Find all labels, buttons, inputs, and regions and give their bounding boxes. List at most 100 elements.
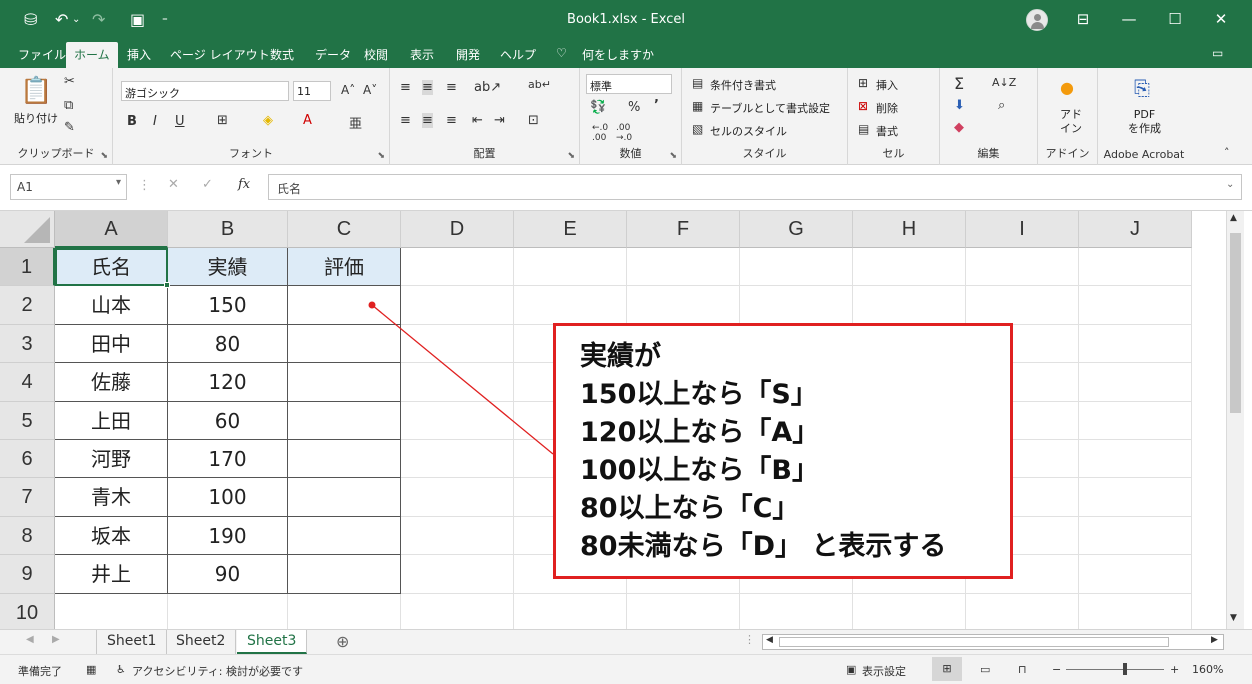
clipboard-launcher-icon[interactable]: ⬊ [100,151,108,161]
cell-D10[interactable] [401,593,514,629]
increase-font-icon[interactable]: A˄ [341,83,355,97]
increase-decimal-icon[interactable]: ←.0.00 [592,123,608,143]
cell-D7[interactable] [401,478,514,517]
cell-D6[interactable] [401,440,514,479]
percent-button[interactable]: % [628,100,640,115]
tell-me-search[interactable]: 何をしますか [582,46,654,63]
sheet-tab-active[interactable]: Sheet3 [237,630,308,654]
row-header[interactable]: 4 [0,363,55,402]
collapse-ribbon-icon[interactable]: ˄ [1224,146,1230,159]
cell-J8[interactable] [1079,516,1192,556]
row-header[interactable]: 9 [0,555,55,594]
column-header[interactable]: C [288,211,401,248]
format-cells-button[interactable]: 書式 [876,123,898,139]
cell-A3[interactable]: 田中 [55,324,168,364]
delete-cells-button[interactable]: 削除 [876,100,898,116]
align-top-icon[interactable]: ≡ [400,80,411,95]
cell-A10[interactable] [55,593,168,629]
cell-E2[interactable] [514,286,627,325]
vertical-scrollbar[interactable]: ▲ ▼ [1226,211,1244,629]
row-header[interactable]: 8 [0,516,55,556]
cell-B2[interactable]: 150 [168,286,288,325]
clear-icon[interactable]: ◆ [954,120,964,135]
row-header[interactable]: 10 [0,593,55,629]
cell-J10[interactable] [1079,593,1192,629]
cell-G10[interactable] [740,593,853,629]
cell-C4[interactable] [288,363,401,402]
cell-E10[interactable] [514,593,627,629]
cell-A1[interactable]: 氏名 [55,248,168,287]
cell-H2[interactable] [853,286,966,325]
tab-formulas[interactable]: 数式 [270,46,294,63]
addins-button[interactable]: アド イン [1060,108,1082,136]
wrap-text-icon[interactable]: ab↵ [528,78,551,91]
find-select-icon[interactable]: ⌕ [998,98,1005,113]
cell-J6[interactable] [1079,440,1192,479]
macro-record-icon[interactable]: ▦ [86,663,96,676]
row-header[interactable]: 7 [0,478,55,517]
cell-A6[interactable]: 河野 [55,440,168,479]
currency-icon[interactable]: 💱 [590,100,606,115]
align-center-icon[interactable]: ≡ [422,113,433,128]
tab-home[interactable]: ホーム [66,42,118,68]
tab-review[interactable]: 校閲 [364,46,388,63]
split-handle-icon[interactable]: ⋮ [744,633,755,646]
italic-button[interactable]: I [153,114,157,129]
column-header[interactable]: D [401,211,514,248]
sheet-tab[interactable]: Sheet2 [166,630,237,654]
cancel-icon[interactable]: ✕ [168,177,179,192]
fill-icon[interactable]: ⬇ [954,98,965,113]
row-header[interactable]: 6 [0,440,55,479]
expand-formula-icon[interactable]: ⌄ [1226,179,1234,190]
cell-B3[interactable]: 80 [168,324,288,364]
font-launcher-icon[interactable]: ⬊ [377,151,385,161]
cell-D2[interactable] [401,286,514,325]
normal-view-icon[interactable]: ⊞ [932,657,962,681]
cell-F1[interactable] [627,248,740,287]
scroll-left-icon[interactable]: ◀ [766,635,773,645]
cell-D1[interactable] [401,248,514,287]
select-all-corner[interactable] [0,211,55,248]
cell-C5[interactable] [288,401,401,440]
add-sheet-button[interactable]: ⊕ [336,632,349,651]
maximize-icon[interactable]: ☐ [1160,10,1190,28]
tab-help[interactable]: ヘルプ [500,46,536,63]
cell-A4[interactable]: 佐藤 [55,363,168,402]
cell-B8[interactable]: 190 [168,516,288,556]
insert-cells-button[interactable]: 挿入 [876,77,898,93]
cell-G2[interactable] [740,286,853,325]
tab-view[interactable]: 表示 [410,46,434,63]
scroll-thumb[interactable] [1230,233,1241,413]
cell-D8[interactable] [401,516,514,556]
column-header[interactable]: J [1079,211,1192,248]
cell-B6[interactable]: 170 [168,440,288,479]
cell-D3[interactable] [401,324,514,364]
sort-filter-icon[interactable]: A↓Z [992,76,1016,89]
cell-C3[interactable] [288,324,401,364]
name-box[interactable]: A1 [10,174,127,200]
h-scroll-thumb[interactable] [779,637,1169,647]
create-pdf-button[interactable]: PDF を作成 [1128,108,1161,136]
cell-A8[interactable]: 坂本 [55,516,168,556]
cell-C9[interactable] [288,555,401,594]
cell-D5[interactable] [401,401,514,440]
row-header[interactable]: 3 [0,324,55,364]
cell-H1[interactable] [853,248,966,287]
format-painter-icon[interactable]: ✎ [64,120,75,135]
number-launcher-icon[interactable]: ⬊ [669,151,677,161]
align-middle-icon[interactable]: ≡ [422,80,433,95]
font-size-select[interactable]: 11 [293,81,331,101]
row-header[interactable]: 5 [0,401,55,440]
display-settings-button[interactable]: 表示設定 [862,663,906,679]
cell-F2[interactable] [627,286,740,325]
alignment-launcher-icon[interactable]: ⬊ [567,151,575,161]
enter-icon[interactable]: ✓ [202,177,213,192]
cell-H10[interactable] [853,593,966,629]
tab-page-layout[interactable]: ページ レイアウト [170,46,270,63]
row-header[interactable]: 1 [0,248,55,287]
bold-button[interactable]: B [127,114,137,129]
cell-A9[interactable]: 井上 [55,555,168,594]
fill-color-icon[interactable]: ◈ [263,113,273,128]
column-header[interactable]: E [514,211,627,248]
horizontal-scrollbar[interactable]: ◀ ▶ [762,634,1224,650]
